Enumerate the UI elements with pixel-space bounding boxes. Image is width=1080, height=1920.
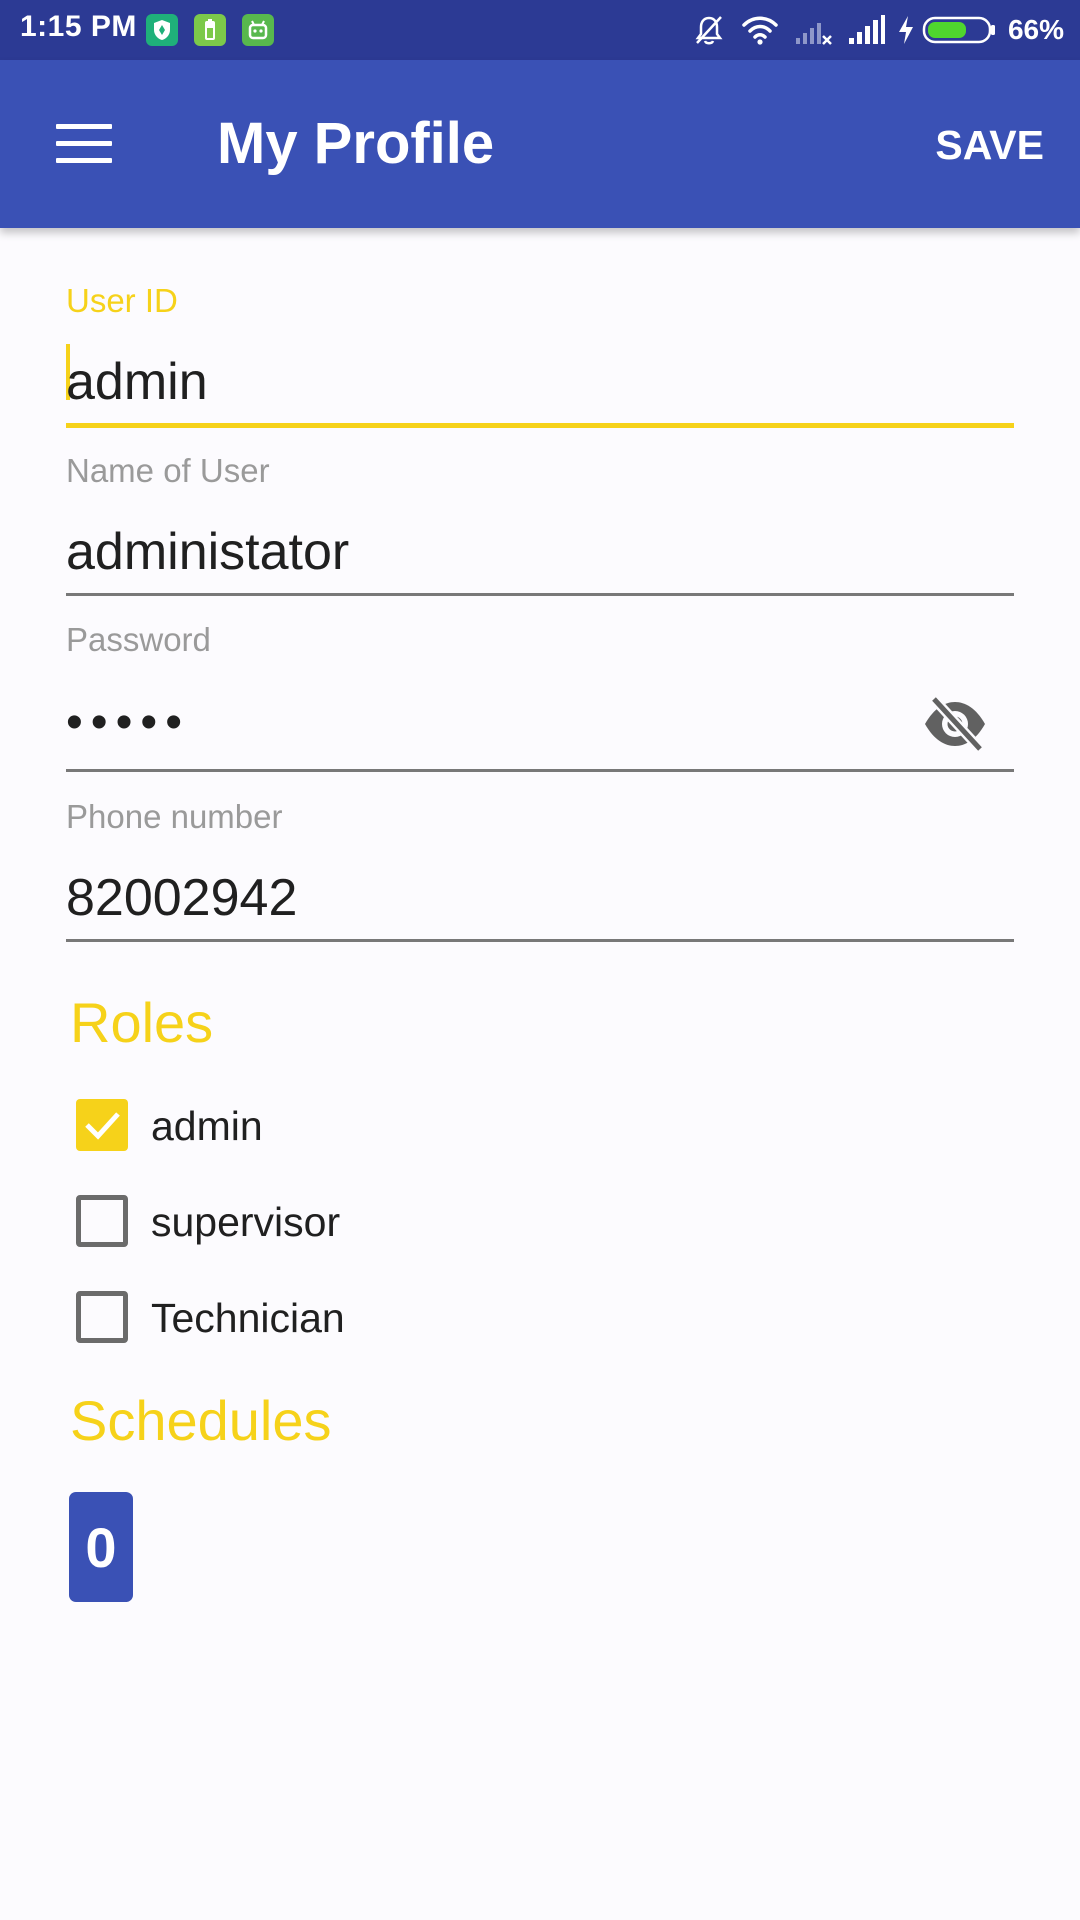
user-id-field[interactable]: User ID admin	[66, 280, 1014, 432]
battery-icon	[922, 14, 998, 46]
checkbox-unchecked[interactable]	[76, 1291, 128, 1343]
phone-number-value[interactable]: 82002942	[66, 868, 297, 928]
notifications-muted-icon	[692, 13, 726, 47]
page-title: My Profile	[217, 111, 495, 176]
password-value[interactable]: •••••	[66, 695, 190, 750]
shield-app-icon	[146, 14, 178, 46]
name-of-user-underline	[66, 593, 1014, 596]
role-label-technician: Technician	[151, 1295, 345, 1341]
role-label-supervisor: supervisor	[151, 1199, 341, 1245]
checkbox-checked[interactable]	[76, 1099, 128, 1151]
phone-number-label: Phone number	[66, 798, 283, 835]
visibility-off-icon[interactable]	[922, 695, 988, 758]
phone-number-field[interactable]: Phone number 82002942	[66, 796, 1014, 944]
hamburger-menu-icon[interactable]	[56, 124, 112, 164]
app-bar: My Profile SAVE	[0, 60, 1080, 228]
role-technician-checkbox[interactable]: Technician	[74, 1287, 574, 1347]
checkbox-unchecked[interactable]	[76, 1195, 128, 1247]
role-admin-checkbox[interactable]: admin	[74, 1095, 574, 1155]
password-underline	[66, 769, 1014, 772]
wifi-icon	[740, 14, 780, 46]
schedules-title: Schedules	[70, 1389, 332, 1452]
password-label: Password	[66, 621, 211, 658]
user-id-underline	[66, 423, 1014, 428]
phone-number-underline	[66, 939, 1014, 942]
name-of-user-value[interactable]: administator	[66, 522, 349, 582]
roles-title: Roles	[70, 991, 214, 1054]
signal-no-service-icon	[794, 14, 834, 46]
battery-percent: 66%	[1007, 14, 1064, 45]
name-of-user-field[interactable]: Name of User administator	[66, 450, 1014, 598]
schedule-item[interactable]: 0	[69, 1492, 133, 1602]
status-bar: 1:15 PM 66%	[0, 0, 1080, 60]
battery-app-icon	[194, 14, 226, 46]
checkmark-icon	[85, 1112, 120, 1140]
android-app-icon	[242, 14, 274, 46]
status-time: 1:15 PM	[20, 10, 137, 43]
signal-icon	[846, 14, 886, 46]
password-field[interactable]: Password •••••	[66, 619, 1014, 775]
name-of-user-label: Name of User	[66, 452, 270, 489]
user-id-label: User ID	[66, 282, 178, 319]
save-button[interactable]: SAVE	[935, 122, 1044, 169]
role-supervisor-checkbox[interactable]: supervisor	[74, 1191, 574, 1251]
status-icons: 66%	[692, 10, 1064, 50]
charging-icon	[896, 14, 916, 46]
user-id-value[interactable]: admin	[66, 352, 208, 412]
role-label-admin: admin	[151, 1103, 263, 1149]
